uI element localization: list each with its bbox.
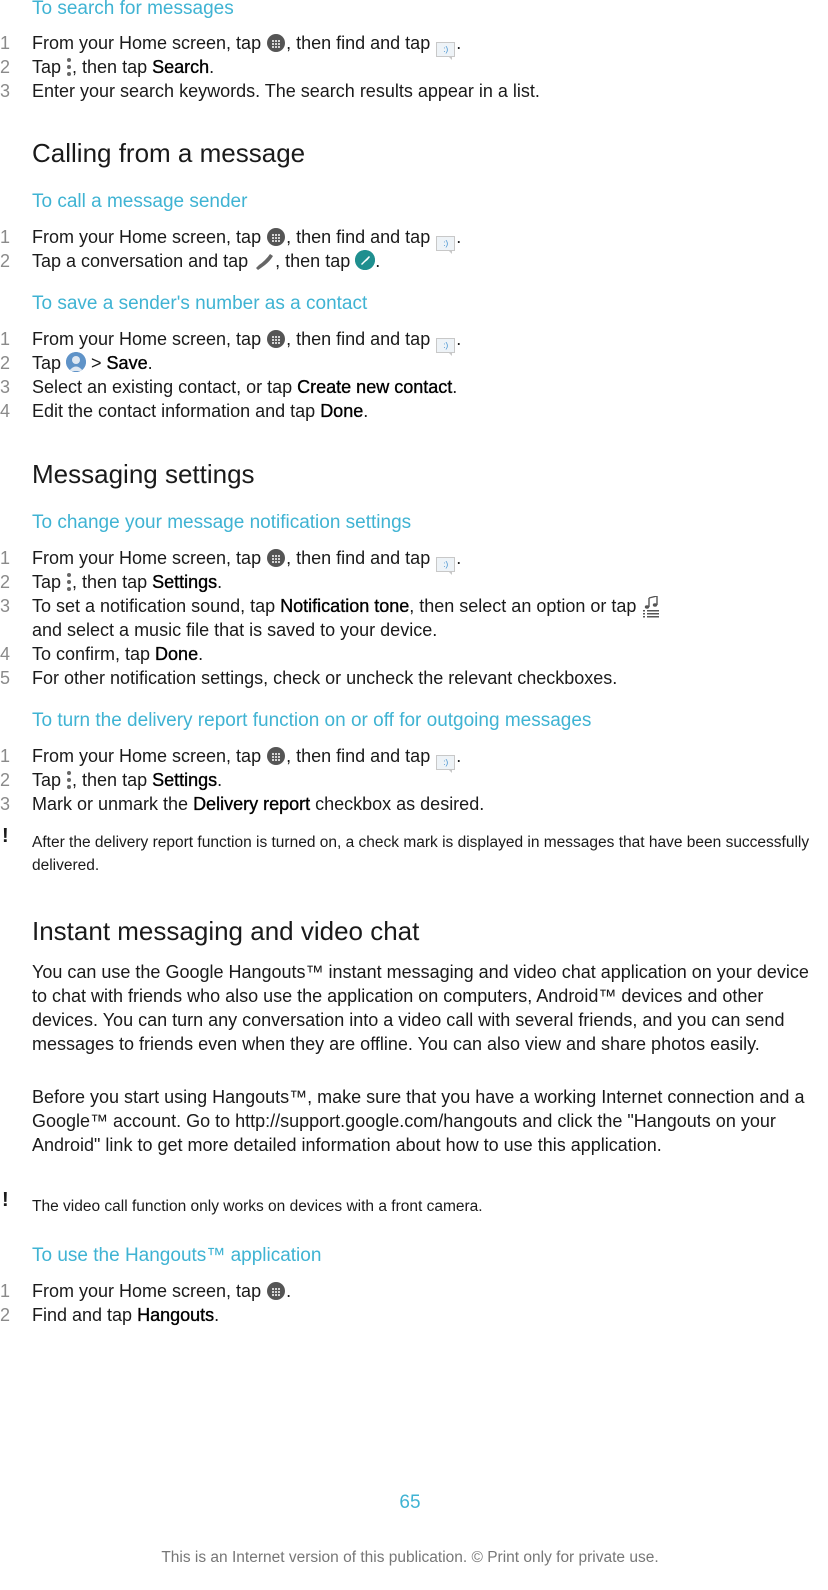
subhead-call-sender: To call a message sender	[32, 191, 248, 212]
ui-term-search: Search	[152, 57, 210, 77]
subhead-save-contact: To save a sender's number as a contact	[32, 293, 368, 314]
apps-grid-icon	[267, 549, 286, 567]
step-number: 3	[0, 81, 11, 101]
apps-grid-icon	[267, 1282, 286, 1300]
step-number: 1	[0, 548, 11, 568]
step-number: 2	[0, 251, 11, 271]
messaging-app-icon: :)	[436, 42, 456, 60]
messaging-app-icon: :)	[436, 236, 456, 254]
step-number: 3	[0, 377, 11, 397]
step-number: 5	[0, 668, 11, 688]
more-options-icon	[66, 57, 72, 77]
subhead-delivery-report: To turn the delivery report function on …	[32, 710, 592, 731]
apps-grid-icon	[267, 228, 286, 246]
note-front-camera: The video call function only works on de…	[32, 1198, 483, 1215]
messaging-app-icon: :)	[436, 338, 456, 356]
call-button-icon	[355, 250, 376, 270]
note-exclamation-icon: !	[2, 825, 9, 847]
ui-term-create-new-contact: Create new contact	[297, 377, 453, 397]
apps-grid-icon	[267, 747, 286, 765]
heading-instant-messaging: Instant messaging and video chat	[32, 916, 420, 946]
ui-term-notification-tone: Notification tone	[280, 596, 410, 616]
step-number: 2	[0, 572, 11, 592]
music-file-icon	[643, 596, 660, 618]
heading-messaging-settings: Messaging settings	[32, 459, 255, 489]
messaging-app-icon: :)	[436, 755, 456, 773]
step-number: 2	[0, 1305, 11, 1325]
ui-term-settings: Settings	[152, 770, 218, 790]
ui-term-delivery-report: Delivery report	[193, 794, 311, 814]
subhead-notification-settings: To change your message notification sett…	[32, 512, 412, 533]
more-options-icon	[66, 770, 72, 790]
ui-term-done: Done	[320, 401, 364, 421]
ui-term-done: Done	[155, 644, 199, 664]
step-number: 3	[0, 596, 11, 616]
step-number: 4	[0, 401, 11, 421]
ui-term-save: Save	[106, 353, 148, 373]
step-number: 2	[0, 57, 11, 77]
step-number: 1	[0, 329, 11, 349]
contact-avatar-icon	[66, 352, 87, 372]
step-number: 1	[0, 746, 11, 766]
ui-term-hangouts: Hangouts	[137, 1305, 215, 1325]
note-delivery-report: After the delivery report function is tu…	[32, 834, 810, 874]
heading-calling-from-message: Calling from a message	[32, 138, 306, 168]
apps-grid-icon	[267, 330, 286, 348]
note-exclamation-icon: !	[2, 1189, 9, 1211]
step-number: 2	[0, 353, 11, 373]
paragraph-hangouts-requirements: Before you start using Hangouts™, make s…	[32, 1087, 805, 1155]
footer-notice: This is an Internet version of this publ…	[161, 1549, 659, 1566]
step-number: 1	[0, 227, 11, 247]
step-number: 3	[0, 794, 11, 814]
step-number: 1	[0, 1281, 11, 1301]
messaging-app-icon: :)	[436, 557, 456, 575]
subhead-search-messages: To search for messages	[32, 0, 234, 19]
step-number: 2	[0, 770, 11, 790]
phone-icon	[256, 254, 274, 270]
subhead-use-hangouts: To use the Hangouts™ application	[32, 1245, 322, 1266]
page-number: 65	[399, 1492, 421, 1513]
apps-grid-icon	[267, 34, 286, 52]
more-options-icon	[66, 572, 72, 592]
step-number: 4	[0, 644, 11, 664]
step-number: 1	[0, 33, 11, 53]
paragraph-hangouts-intro: You can use the Google Hangouts™ instant…	[32, 962, 809, 1054]
ui-term-settings: Settings	[152, 572, 218, 592]
